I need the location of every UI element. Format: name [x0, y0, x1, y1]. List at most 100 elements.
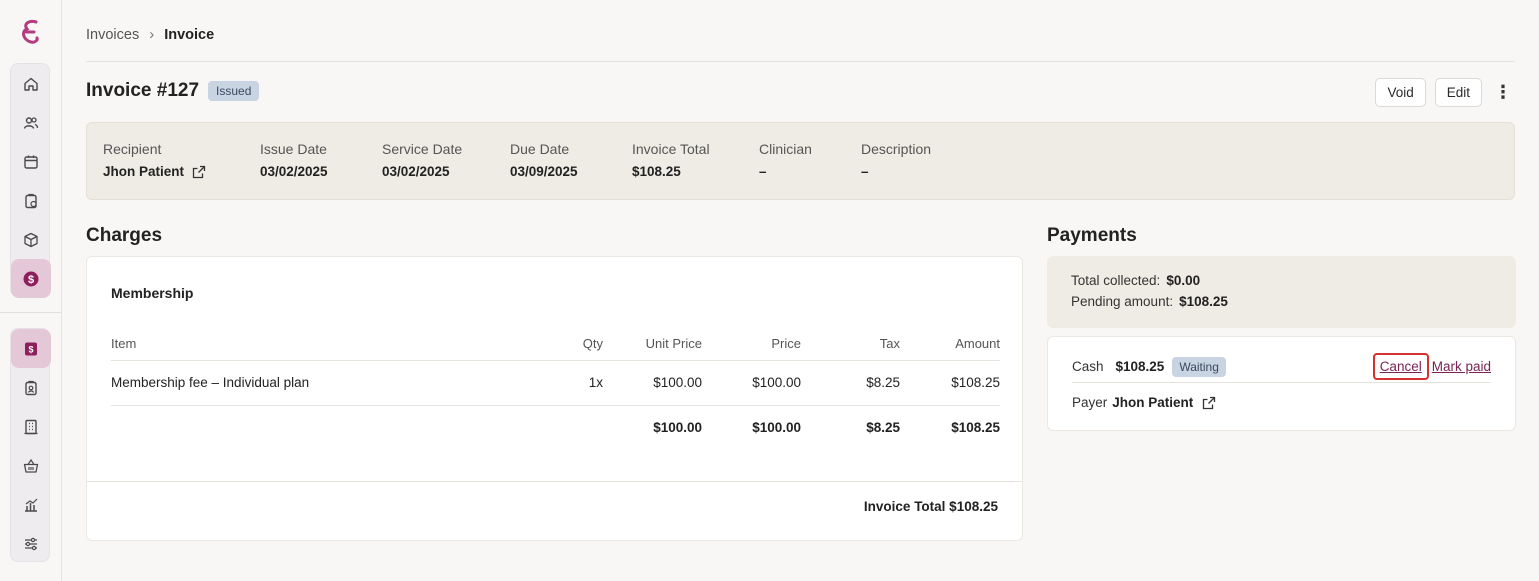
cell-tax: $8.25: [801, 360, 900, 406]
clinician-value: –: [759, 164, 767, 179]
col-tax: Tax: [801, 327, 900, 361]
info-invoice-total: Invoice Total $108.25: [632, 141, 710, 179]
payment-status-badge: Waiting: [1172, 356, 1226, 377]
invoice-total-value: $108.25: [632, 164, 681, 179]
breadcrumb-invoices[interactable]: Invoices: [86, 27, 139, 43]
pending-amount-value: $108.25: [1179, 294, 1228, 309]
cell-price: $100.00: [702, 360, 801, 406]
cancel-payment-link[interactable]: Cancel: [1372, 353, 1429, 380]
external-link-icon[interactable]: [192, 165, 206, 179]
nav-group-main: $: [10, 63, 51, 298]
nav-tasks[interactable]: [11, 181, 51, 220]
total-collected: Total collected: $0.00: [1071, 273, 1492, 288]
calendar-icon: [24, 155, 38, 169]
info-recipient: Recipient Jhon Patient: [103, 141, 206, 179]
more-options-icon[interactable]: ⋮: [1491, 78, 1515, 107]
svg-text:$: $: [28, 274, 34, 286]
clipboard-icon: [25, 193, 37, 208]
clinician-label: Clinician: [759, 141, 812, 157]
nav-calendar[interactable]: [11, 142, 51, 181]
cell-unit-price: $100.00: [603, 360, 702, 406]
info-clinician: Clinician –: [759, 141, 812, 179]
void-button[interactable]: Void: [1375, 78, 1426, 107]
invoice-icon: $: [25, 342, 37, 355]
info-description: Description –: [861, 141, 931, 179]
totals-row: $100.00 $100.00 $8.25 $108.25: [111, 405, 1000, 450]
basket-icon: [23, 458, 39, 473]
sliders-icon: [25, 537, 37, 550]
payer-row: Payer Jhon Patient: [1072, 395, 1216, 410]
pending-amount-label: Pending amount:: [1071, 294, 1174, 309]
issue-date-value: 03/02/2025: [260, 164, 328, 179]
mark-paid-link[interactable]: Mark paid: [1432, 359, 1491, 374]
pending-amount: Pending amount: $108.25: [1071, 294, 1492, 309]
service-date-value: 03/02/2025: [382, 164, 450, 179]
col-price: Price: [702, 327, 801, 361]
main-content: Invoices › Invoice Invoice #127 Issued V…: [62, 0, 1539, 581]
recipient-name[interactable]: Jhon Patient: [103, 164, 184, 179]
col-amount: Amount: [900, 327, 1000, 361]
service-date-label: Service Date: [382, 141, 463, 157]
total-unit-price: $100.00: [653, 420, 702, 436]
external-link-icon[interactable]: [1202, 396, 1216, 410]
sidebar: $ $: [0, 0, 62, 581]
issue-date-label: Issue Date: [260, 141, 327, 157]
total-collected-value: $0.00: [1166, 273, 1201, 288]
nav-home[interactable]: [11, 64, 51, 103]
invoice-total-label: Invoice Total: [632, 141, 710, 157]
nav-products[interactable]: [11, 220, 51, 259]
nav-store[interactable]: [11, 446, 51, 485]
page-title: Invoice #127: [86, 80, 200, 101]
nav-locations[interactable]: [11, 407, 51, 446]
brand-logo-icon[interactable]: [19, 18, 43, 46]
nav-invoices[interactable]: $: [11, 329, 51, 368]
nav-group-secondary: $: [10, 328, 51, 563]
header-actions: Void Edit ⋮: [1375, 78, 1515, 107]
cell-qty: 1x: [543, 360, 603, 406]
col-unit-price: Unit Price: [603, 327, 702, 361]
info-due-date: Due Date 03/09/2025: [510, 141, 578, 179]
recipient-label: Recipient: [103, 141, 162, 157]
charges-title: Charges: [86, 225, 163, 246]
payment-row: Cash $108.25 Waiting Cancel Mark paid: [1072, 351, 1491, 383]
dollar-icon: $: [23, 271, 39, 286]
payer-name[interactable]: Jhon Patient: [1112, 395, 1193, 410]
total-price: $100.00: [752, 420, 801, 436]
payment-amount: $108.25: [1115, 359, 1165, 374]
invoice-total-footer: Invoice Total $108.25: [863, 499, 998, 514]
cell-amount: $108.25: [900, 360, 1000, 406]
cell-item: Membership fee – Individual plan: [111, 360, 543, 406]
header-divider: [86, 61, 1515, 62]
total-tax: $8.25: [866, 420, 900, 436]
badge-icon: [25, 380, 37, 395]
payments-summary: Total collected: $0.00 Pending amount: $10…: [1047, 256, 1516, 328]
nav-patients[interactable]: [11, 103, 51, 142]
sidebar-divider: [0, 312, 62, 313]
description-label: Description: [861, 141, 932, 157]
edit-button[interactable]: Edit: [1434, 78, 1482, 107]
chart-icon: [25, 498, 38, 512]
breadcrumb: Invoices › Invoice: [86, 26, 214, 43]
payments-title: Payments: [1047, 225, 1137, 246]
info-issue-date: Issue Date 03/02/2025: [260, 141, 328, 179]
payment-method: Cash: [1072, 359, 1104, 374]
col-qty: Qty: [543, 327, 603, 361]
total-amount: $108.25: [951, 420, 1000, 436]
nav-billing[interactable]: $: [11, 259, 51, 298]
payer-label: Payer: [1072, 395, 1108, 410]
nav-reports[interactable]: [11, 485, 51, 524]
recipient-value: Jhon Patient: [103, 164, 206, 179]
table-row: Membership fee – Individual plan 1x $100…: [111, 360, 1000, 406]
total-collected-label: Total collected:: [1071, 273, 1161, 288]
nav-memberships[interactable]: [11, 368, 51, 407]
breadcrumb-current: Invoice: [164, 26, 215, 43]
status-badge: Issued: [208, 81, 260, 101]
payment-card: Cash $108.25 Waiting Cancel Mark paid Pa…: [1047, 336, 1516, 431]
svg-text:$: $: [28, 344, 33, 354]
payment-actions: Cancel Mark paid: [1372, 353, 1491, 380]
col-item: Item: [111, 327, 543, 361]
title-row: Invoice #127 Issued: [86, 80, 260, 102]
home-icon: [24, 77, 38, 91]
nav-settings[interactable]: [11, 524, 51, 563]
due-date-value: 03/09/2025: [510, 164, 578, 179]
